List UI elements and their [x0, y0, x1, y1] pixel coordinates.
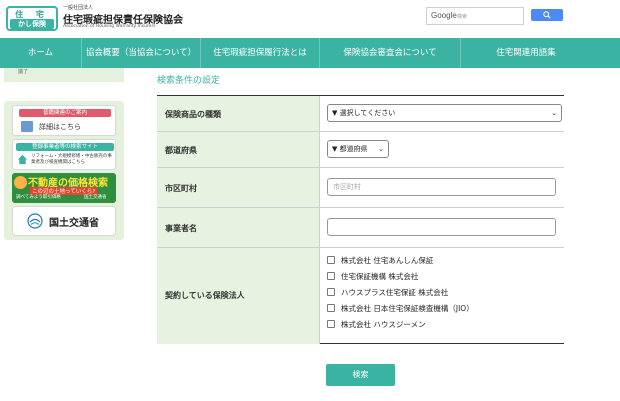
org-english-name: Association of Housing Warranty Insurers	[63, 24, 156, 29]
site-search-input[interactable]: Google 検索	[426, 7, 524, 25]
book-icon	[21, 121, 33, 132]
chevron-down-icon: ⌄	[551, 109, 557, 117]
search-icon	[543, 11, 551, 19]
sidebar-top-text: 議了	[18, 69, 29, 75]
search-placeholder: 検索	[457, 14, 468, 20]
city-input[interactable]: 市区町村	[327, 178, 556, 196]
insurer-option-label: 株式会社 住宅あんしん保証	[341, 256, 434, 265]
site-logo[interactable]: 住 宅 かし保険	[6, 6, 58, 31]
city-placeholder: 市区町村	[333, 183, 361, 191]
product-label: 保険商品の種類	[165, 110, 221, 119]
insurer-checkbox[interactable]	[327, 256, 335, 264]
banner-info-heading: 普籍関連のご案内	[19, 109, 111, 117]
banner-business-heading: 登録事業者等の検索サイト	[16, 143, 114, 151]
insurer-checkbox[interactable]	[327, 304, 335, 312]
google-label: Google	[431, 11, 457, 20]
label-cell: 市区町村	[157, 168, 320, 207]
banner-mlit[interactable]: 国土交通省	[12, 206, 116, 236]
prefecture-label: 都道府県	[165, 146, 197, 155]
label-cell: 事業者名	[157, 208, 320, 247]
mlit-emblem-icon	[27, 213, 43, 229]
nav-law[interactable]: 住宅瑕疵担保履行法とは	[201, 38, 319, 68]
business-label: 事業者名	[165, 224, 197, 233]
search-form: 保険商品の種類 ▼ 選択してください ⌄ 都道府県 ▼ 都道府県 ⌄ 市区町村 …	[157, 95, 564, 344]
nav-glossary[interactable]: 住宅関連用語集	[461, 38, 591, 68]
product-type-select[interactable]: ▼ 選択してください ⌄	[327, 104, 562, 122]
prefecture-select[interactable]: ▼ 都道府県 ⌄	[327, 140, 389, 158]
house-icon	[17, 154, 28, 165]
label-cell: 都道府県	[157, 132, 320, 167]
sidebar-top-strip: 議了	[4, 68, 124, 82]
chevron-down-icon: ⌄	[378, 145, 384, 153]
section-title: 検索条件の設定	[157, 76, 221, 86]
org-type: 一般社団法人	[63, 5, 94, 11]
insurer-option-label: 株式会社 日本住宅保証検査機構（JIO）	[341, 304, 474, 313]
banner-mlit-text: 国土交通省	[49, 218, 99, 229]
nav-committee[interactable]: 保険協会審査会について	[320, 38, 460, 68]
banner-business-text: リフォーム・大規模修繕・中古販売の事業者及び検査機関はこちら	[31, 154, 112, 165]
mascot-icon	[14, 176, 27, 189]
logo-top-text: 住 宅	[15, 10, 49, 19]
prefecture-value: ▼ 都道府県	[332, 145, 368, 153]
insurer-label: 契約している保険法人	[165, 291, 245, 300]
product-type-value: ▼ 選択してください	[332, 109, 396, 117]
form-row-product: 保険商品の種類 ▼ 選択してください ⌄	[157, 96, 564, 132]
form-row-insurer: 契約している保険法人 株式会社 住宅あんしん保証 住宅保証機構 株式会社 ハウス…	[157, 248, 564, 344]
site-search-button[interactable]	[531, 9, 563, 21]
business-name-input[interactable]	[327, 218, 556, 236]
insurer-option-label: 株式会社 ハウスジーメン	[341, 320, 426, 329]
form-row-business: 事業者名	[157, 208, 564, 248]
city-label: 市区町村	[165, 184, 197, 193]
insurer-option-label: 住宅保証機構 株式会社	[341, 272, 419, 281]
banner-price-mlit: 国土交通省	[84, 195, 107, 200]
sidebar-banners: 普籍関連のご案内 詳細はこちら 登録事業者等の検索サイト リフォーム・大規模修繕…	[4, 101, 124, 240]
form-row-prefecture: 都道府県 ▼ 都道府県 ⌄	[157, 132, 564, 168]
banner-info[interactable]: 普籍関連のご案内 詳細はこちら	[12, 105, 116, 136]
label-cell: 契約している保険法人	[157, 248, 320, 344]
banner-business-search[interactable]: 登録事業者等の検索サイト リフォーム・大規模修繕・中古販売の事業者及び検査機関は…	[12, 139, 116, 170]
form-row-city: 市区町村 市区町村	[157, 168, 564, 208]
nav-about[interactable]: 協会概要（当協会について）	[82, 38, 200, 68]
banner-price-search[interactable]: 不動産の価格検索 この辺の土地っていくら? 調べてみよう取引価格 国土交通省	[12, 173, 116, 203]
insurer-checkbox[interactable]	[327, 320, 335, 328]
label-cell: 保険商品の種類	[157, 96, 320, 131]
search-submit-button[interactable]: 検索	[326, 364, 395, 386]
insurer-checkbox[interactable]	[327, 272, 335, 280]
logo-bottom-text: かし保険	[10, 19, 54, 29]
banner-price-caption: 調べてみよう取引価格	[16, 195, 61, 200]
nav-home[interactable]: ホーム	[0, 38, 81, 68]
insurer-checkbox[interactable]	[327, 288, 335, 296]
banner-info-link: 詳細はこちら	[39, 123, 81, 131]
insurer-option-label: ハウスプラス住宅保証 株式会社	[341, 288, 449, 297]
site-header: 住 宅 かし保険 一般社団法人 住宅瑕疵担保責任保険協会 Association…	[0, 0, 620, 38]
main-nav: ホーム 協会概要（当協会について） 住宅瑕疵担保履行法とは 保険協会審査会につい…	[0, 38, 620, 68]
